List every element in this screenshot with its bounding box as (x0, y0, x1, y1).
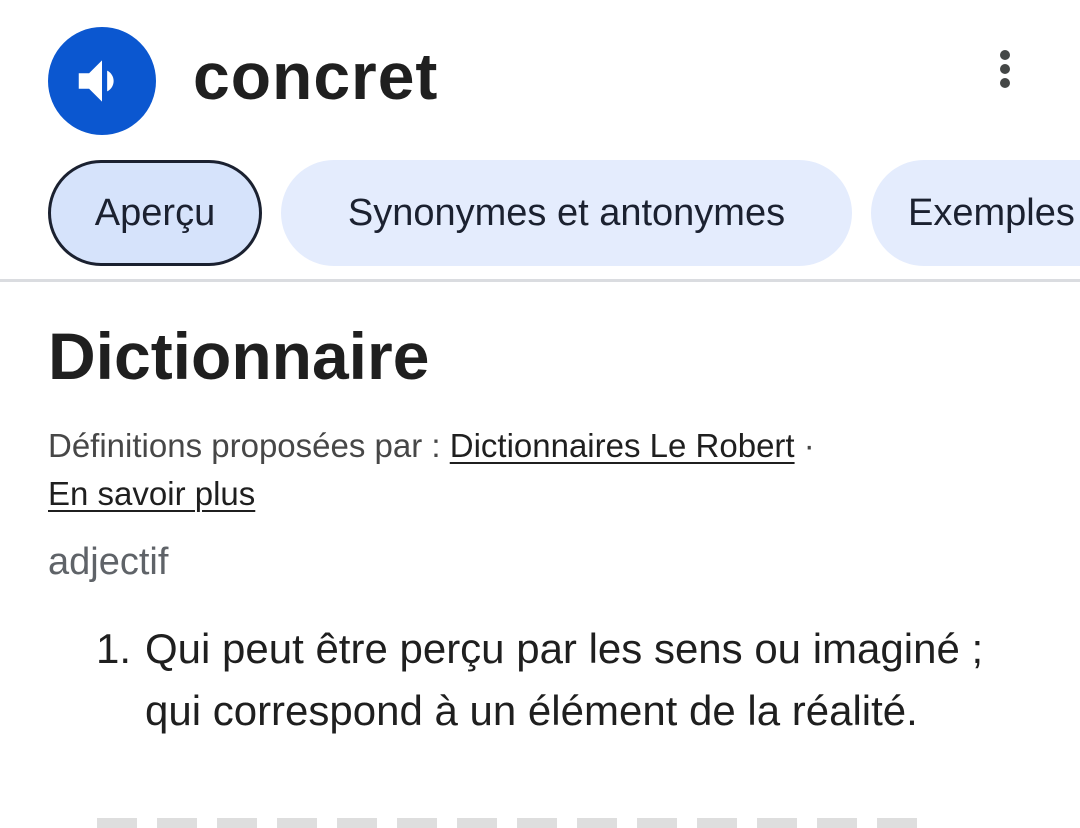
source-link[interactable]: Dictionnaires Le Robert (450, 427, 795, 464)
learn-more-link[interactable]: En savoir plus (48, 475, 255, 512)
tab-bar: Aperçu Synonymes et antonymes Exemples (0, 158, 1080, 268)
source-prefix: Définitions proposées par : (48, 427, 450, 464)
word-header: concret (0, 0, 1080, 150)
tab-exemples[interactable]: Exemples (871, 160, 1080, 266)
source-attribution: Définitions proposées par : Dictionnaire… (48, 422, 1048, 518)
more-options-button[interactable] (980, 44, 1030, 94)
tab-synonymes-antonymes[interactable]: Synonymes et antonymes (281, 160, 852, 266)
more-vert-icon (1000, 50, 1010, 88)
section-title: Dictionnaire (48, 319, 430, 393)
source-separator: · (794, 427, 815, 464)
definition-number: 1. (96, 625, 132, 672)
divider (0, 279, 1080, 282)
pronunciation-button[interactable] (48, 27, 156, 135)
cut-off-example-line (97, 818, 947, 828)
part-of-speech: adjectif (48, 541, 169, 583)
tab-apercu[interactable]: Aperçu (48, 160, 262, 266)
headword: concret (193, 39, 439, 113)
definition-text: Qui peut être perçu par les sens ou imag… (145, 625, 984, 734)
volume-icon (78, 60, 114, 102)
